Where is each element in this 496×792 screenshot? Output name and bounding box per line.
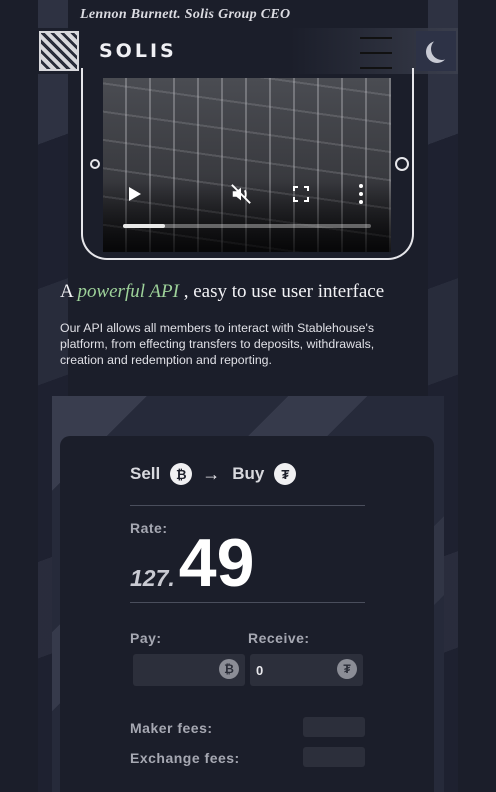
tether-icon[interactable]: ₮ [274, 463, 297, 485]
phone-side-button-right [395, 157, 409, 171]
rate-integer: 127. [130, 565, 175, 591]
video-progress-fill [123, 224, 166, 228]
hero-description: Our API allows all members to interact w… [60, 321, 375, 367]
solis-logo-icon[interactable] [39, 31, 79, 71]
rate-value: 127.49 [130, 524, 254, 602]
hamburger-menu-icon[interactable] [360, 36, 392, 70]
theme-toggle-button[interactable] [416, 31, 456, 71]
receive-input[interactable]: 0 ₮ [250, 654, 363, 686]
exchange-fees-value [303, 747, 365, 767]
maker-fees-value [303, 717, 365, 737]
pay-input[interactable]: ₿ [133, 654, 245, 686]
headline-prefix: A [60, 281, 73, 302]
phone-side-button-left [90, 159, 100, 169]
sell-label: Sell [130, 464, 161, 483]
divider-top [130, 505, 365, 506]
brand-name[interactable]: SOLIS [99, 40, 177, 62]
hero-headline: A powerful API , easy to use user interf… [60, 281, 384, 303]
receive-input-value: 0 [256, 662, 264, 678]
currency-pair: Sell ₿ → Buy ₮ [130, 463, 297, 485]
exchange-fees-label: Exchange fees: [130, 750, 240, 766]
video-player[interactable] [103, 78, 391, 252]
arrow-right-icon: → [202, 463, 221, 484]
divider-middle [130, 602, 365, 603]
rate-decimal: 49 [178, 525, 255, 601]
headline-suffix: , easy to use user interface [183, 281, 385, 302]
exchange-card [60, 436, 434, 792]
video-progress-bar[interactable] [123, 224, 371, 228]
testimonial-attribution: Lennon Burnett. Solis Group CEO [80, 7, 291, 22]
mute-icon[interactable] [230, 183, 252, 205]
headline-accent: powerful API [77, 281, 179, 302]
more-icon[interactable] [359, 184, 363, 204]
play-icon[interactable] [129, 187, 141, 201]
receive-label: Receive: [248, 630, 310, 646]
bitcoin-icon: ₿ [219, 659, 239, 679]
buy-label: Buy [232, 464, 265, 483]
fullscreen-icon[interactable] [293, 186, 309, 202]
pay-label: Pay: [130, 630, 162, 646]
maker-fees-label: Maker fees: [130, 720, 213, 736]
bitcoin-icon[interactable]: ₿ [170, 463, 193, 485]
tether-icon: ₮ [337, 659, 357, 679]
moon-icon [431, 38, 453, 60]
